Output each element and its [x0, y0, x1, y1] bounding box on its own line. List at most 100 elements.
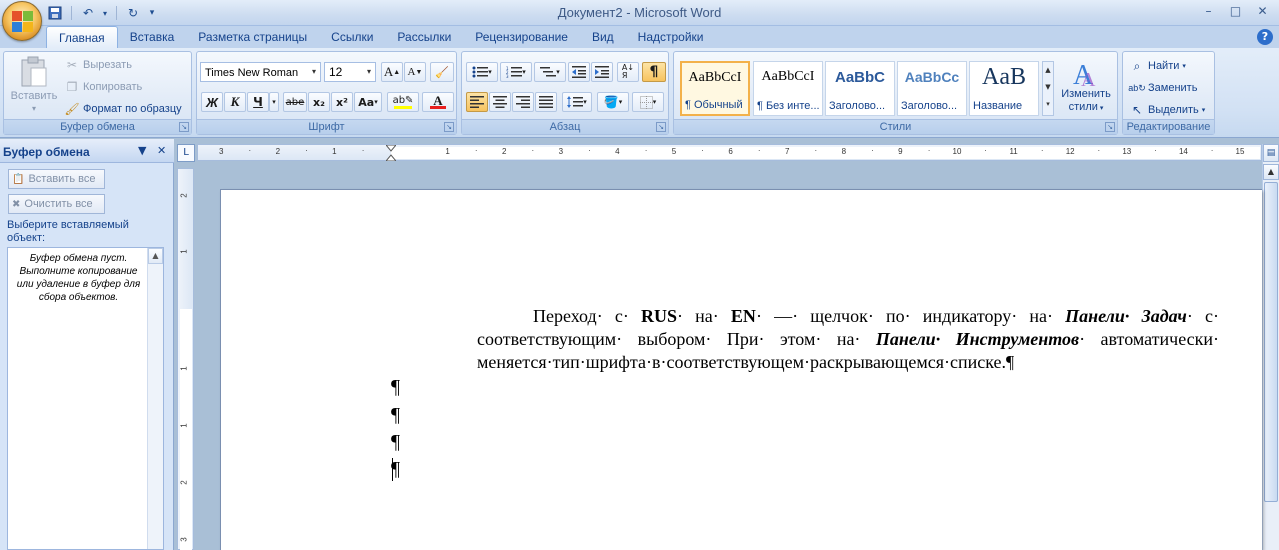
change-case-button[interactable]: Aa ▾	[354, 92, 382, 112]
document-scrollbar[interactable]: ▤ ▲	[1262, 144, 1279, 550]
minimize-button[interactable]: –	[1196, 2, 1221, 20]
font-name-combo[interactable]: Times New Roman ▾	[200, 62, 321, 82]
clear-formatting-button[interactable]: 🧹	[430, 62, 454, 82]
document-paragraph[interactable]: Переход· с· RUS· на· EN· —· щелчок· по· …	[477, 305, 1219, 374]
styles-launcher-icon[interactable]: ↘	[1105, 122, 1115, 132]
font-color-button[interactable]: A	[422, 92, 454, 112]
align-center-button[interactable]	[489, 92, 511, 112]
ruler-number: 2	[275, 147, 281, 156]
vertical-ruler[interactable]: 2 1 1 1 2 3	[177, 168, 194, 550]
select-button[interactable]: ↖ Выделить ▾	[1129, 102, 1205, 118]
highlight-button[interactable]: ab✎	[387, 92, 419, 112]
line-spacing-button[interactable]: ▾	[562, 92, 592, 112]
scroll-up-icon[interactable]: ▲	[1263, 164, 1279, 180]
style-title[interactable]: AaB Название	[969, 61, 1039, 116]
office-button[interactable]	[2, 1, 42, 41]
document-page[interactable]: Переход· с· RUS· на· EN· —· щелчок· по· …	[220, 189, 1262, 550]
task-pane-menu-icon[interactable]: ▼	[138, 144, 146, 157]
font-color-icon: A	[433, 93, 443, 108]
clipboard-empty-message: Буфер обмена пуст. Выполните копирование…	[16, 253, 141, 303]
gallery-up-icon[interactable]: ▲	[1043, 62, 1053, 79]
underline-button[interactable]: Ч	[247, 92, 269, 112]
tab-mailings[interactable]: Рассылки	[385, 26, 463, 48]
ruler-tick: ·	[814, 146, 818, 155]
replace-button[interactable]: ab↻ Заменить	[1128, 80, 1198, 96]
clipboard-items-list[interactable]: Буфер обмена пуст. Выполните копирование…	[7, 247, 164, 550]
ruler-number: 9	[898, 147, 903, 156]
style-heading-2[interactable]: AaBbCc Заголово...	[897, 61, 967, 116]
font-size-combo[interactable]: 12 ▾	[324, 62, 376, 82]
empty-paragraph-mark[interactable]: ¶	[391, 431, 400, 454]
paragraph-launcher-icon[interactable]: ↘	[656, 122, 666, 132]
window-title: Документ2 - Microsoft Word	[557, 5, 722, 20]
copy-button[interactable]: ❐ Копировать	[64, 79, 143, 95]
tab-addins[interactable]: Надстройки	[626, 26, 716, 48]
underline-dropdown[interactable]: ▾	[269, 92, 279, 112]
clipboard-list-scrollbar[interactable]: ▲	[147, 248, 163, 549]
format-painter-button[interactable]: 🖌 Формат по образцу	[64, 101, 181, 117]
style-no-spacing[interactable]: AaBbCcI ¶ Без инте...	[753, 61, 823, 116]
copy-label: Копировать	[83, 81, 143, 93]
gallery-down-icon[interactable]: ▼	[1043, 79, 1053, 96]
bullets-button[interactable]: ▾	[466, 62, 498, 82]
decrease-indent-button[interactable]	[568, 62, 590, 82]
tab-insert[interactable]: Вставка	[118, 26, 187, 48]
empty-paragraph-mark[interactable]: ¶	[391, 376, 400, 399]
style-normal[interactable]: AaBbCcI ¶ Обычный	[680, 61, 750, 116]
ribbon-tabs: Главная Вставка Разметка страницы Ссылки…	[46, 26, 716, 48]
style-sample: AaBbCc	[904, 69, 960, 85]
multilevel-list-button[interactable]: ▾	[534, 62, 566, 82]
increase-indent-button[interactable]	[591, 62, 613, 82]
find-button[interactable]: ⌕ Найти ▾	[1129, 58, 1186, 74]
tab-review[interactable]: Рецензирование	[463, 26, 580, 48]
justify-button[interactable]	[535, 92, 557, 112]
grow-font-button[interactable]: A ▲	[381, 62, 403, 82]
ruler-toggle-icon[interactable]: ▤	[1263, 144, 1279, 162]
shrink-font-button[interactable]: A ▼	[404, 62, 426, 82]
scroll-thumb[interactable]	[1264, 182, 1278, 502]
clipboard-launcher-icon[interactable]: ↘	[179, 122, 189, 132]
paste-button[interactable]: Вставить ▾	[7, 56, 61, 113]
tab-page-layout[interactable]: Разметка страницы	[186, 26, 319, 48]
style-heading-1[interactable]: AaBbC Заголово...	[825, 61, 895, 116]
superscript-button[interactable]: x²	[331, 92, 353, 112]
clear-all-button[interactable]: ✖ Очистить все	[8, 194, 105, 214]
shading-button[interactable]: 🪣 ▾	[597, 92, 629, 112]
close-button[interactable]: ✕	[1250, 2, 1275, 20]
bold-button[interactable]: Ж	[201, 92, 223, 112]
gallery-more-icon[interactable]: ▾	[1043, 96, 1053, 113]
align-right-button[interactable]	[512, 92, 534, 112]
highlight-color-bar	[394, 105, 412, 109]
subscript-button[interactable]: x₂	[308, 92, 330, 112]
task-pane-close-icon[interactable]: ✕	[157, 144, 166, 157]
borders-button[interactable]: ▾	[632, 92, 664, 112]
show-formatting-marks-button[interactable]: ¶	[642, 62, 666, 82]
scroll-up-icon[interactable]: ▲	[148, 248, 163, 264]
change-styles-button[interactable]: AA Изменить стили ▾	[1057, 58, 1115, 115]
chevron-down-icon[interactable]: ▾	[363, 63, 375, 81]
chevron-down-icon[interactable]: ▾	[308, 63, 320, 81]
select-item-prompt: Выберите вставляемый объект:	[7, 219, 129, 244]
tab-references[interactable]: Ссылки	[319, 26, 385, 48]
cut-button[interactable]: ✂ Вырезать	[64, 57, 132, 73]
replace-label: Заменить	[1148, 82, 1198, 94]
tab-selector[interactable]: L	[177, 144, 195, 162]
numbering-button[interactable]: 1 2 3 ▾	[500, 62, 532, 82]
vruler-number: 1	[179, 366, 189, 371]
ruler-tick: ·	[701, 146, 704, 155]
strikethrough-button[interactable]: abe	[283, 92, 307, 112]
align-left-button[interactable]	[466, 92, 488, 112]
maximize-button[interactable]: □	[1223, 2, 1248, 20]
tab-home[interactable]: Главная	[46, 26, 118, 48]
indent-marker-icon[interactable]	[384, 144, 398, 162]
empty-paragraph-mark[interactable]: ¶	[391, 404, 400, 427]
italic-button[interactable]: К	[224, 92, 246, 112]
bullet-list-icon	[472, 66, 489, 78]
horizontal-ruler[interactable]: 3 · 2 · 1 · 1 · 2 · 3 · 4 · 5 · 6 · 7 · 8 · 9 · 10 · 11 · 12 · 13 · 14 · 1…	[197, 144, 1262, 162]
paste-all-button[interactable]: 📋 Вставить все	[8, 169, 105, 189]
ruler-tick: ·	[305, 146, 308, 155]
tab-view[interactable]: Вид	[580, 26, 626, 48]
help-icon[interactable]: ?	[1257, 29, 1273, 45]
font-launcher-icon[interactable]: ↘	[444, 122, 454, 132]
sort-button[interactable]: A↓ Я	[617, 62, 639, 82]
